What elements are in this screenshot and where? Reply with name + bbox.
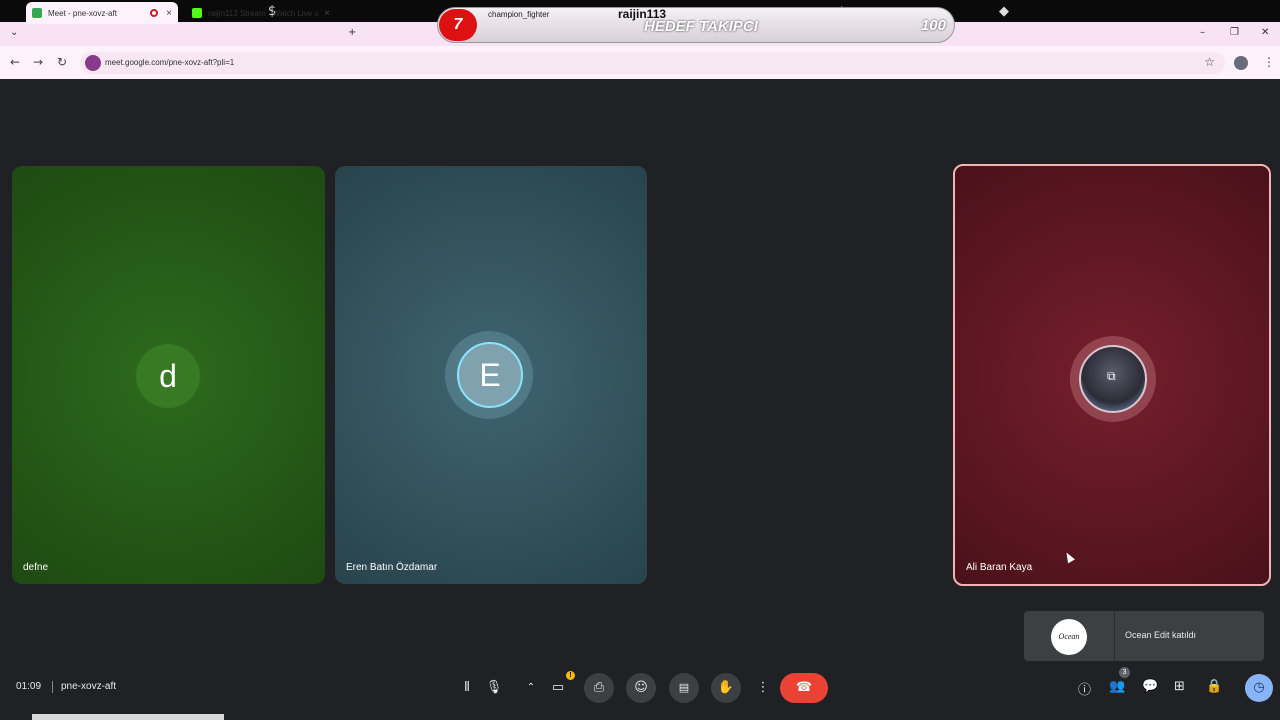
activities-icon[interactable]: ⊞: [1174, 679, 1185, 694]
forward-icon[interactable]: →: [33, 55, 43, 69]
diamond-icon: ◆: [999, 4, 1009, 19]
tab-stream[interactable]: raijin113 Stream - Watch Live o ×: [186, 2, 336, 24]
warning-icon: !: [566, 671, 575, 680]
participant-tile-active[interactable]: ⧉ Ali Baran Kaya: [953, 164, 1271, 586]
present-icon[interactable]: ⎙: [584, 673, 614, 703]
goal-label: HEDEF TAKIPCI: [644, 18, 758, 35]
streamer-name: champion_fighter: [488, 10, 550, 19]
kick-icon: [192, 8, 202, 18]
tab-label: Meet - pne-xovz-aft: [48, 8, 117, 18]
bookmark-star-icon[interactable]: ☆: [1204, 55, 1215, 69]
avatar: E: [457, 342, 523, 408]
site-info-icon[interactable]: [85, 55, 101, 71]
emoji-icon[interactable]: ☺: [626, 673, 656, 703]
chevron-up-icon[interactable]: ⌃: [516, 673, 546, 703]
info-icon[interactable]: ⓘ: [1078, 679, 1091, 698]
captions-icon[interactable]: ▤: [669, 673, 699, 703]
meeting-time: 01:09: [16, 681, 42, 692]
recording-icon: [150, 9, 159, 17]
participant-name: Eren Batın Özdamar: [346, 562, 438, 573]
restore-icon[interactable]: ❐: [1230, 27, 1239, 38]
tab-label: raijin113 Stream - Watch Live o: [208, 8, 319, 18]
taskbar-item[interactable]: [32, 714, 224, 720]
host-controls-icon[interactable]: 🔒: [1206, 679, 1222, 694]
tab-search-icon[interactable]: ⌄: [10, 27, 18, 38]
avatar: d: [136, 344, 200, 408]
taskbar-strip: [0, 712, 1280, 720]
tab-meet[interactable]: Meet - pne-xovz-aft ×: [26, 2, 178, 24]
close-window-icon[interactable]: ✕: [1261, 27, 1269, 38]
url-text: meet.google.com/pne-xovz-aft?pli=1: [105, 58, 235, 67]
back-icon[interactable]: ←: [10, 55, 20, 69]
divider: [52, 681, 53, 693]
participant-tile[interactable]: E Eren Batın Özdamar: [335, 166, 647, 584]
more-options-icon[interactable]: ⋮: [748, 673, 778, 703]
ocean-logo: Ocean: [1051, 619, 1087, 655]
participant-tile[interactable]: d defne: [12, 166, 325, 584]
divider: [1114, 611, 1115, 661]
timer-icon[interactable]: ◷: [1245, 674, 1273, 702]
reload-icon[interactable]: ↻: [57, 55, 67, 69]
audio-settings-icon[interactable]: ⦀: [452, 673, 482, 703]
join-notification: Ocean Ocean Edit katıldı: [1024, 611, 1264, 661]
stream-goal-overlay: 7 champion_fighter raijin113 HEDEF TAKIP…: [437, 7, 955, 43]
goal-badge: 7: [439, 9, 477, 41]
raise-hand-icon[interactable]: ✋: [711, 673, 741, 703]
minimize-icon[interactable]: –: [1200, 27, 1205, 38]
people-icon[interactable]: 👥: [1109, 679, 1125, 694]
meeting-code: pne-xovz-aft: [61, 681, 117, 692]
participant-name: Ali Baran Kaya: [966, 562, 1033, 573]
close-icon[interactable]: ×: [166, 8, 172, 19]
pin-icon[interactable]: ⧉: [1107, 369, 1116, 384]
chat-icon[interactable]: 💬: [1142, 679, 1158, 694]
end-call-icon[interactable]: ☎: [780, 673, 828, 703]
url-bar[interactable]: meet.google.com/pne-xovz-aft?pli=1 ☆: [80, 52, 1225, 74]
goal-count: 100: [920, 17, 946, 34]
microphone-icon[interactable]: 🎙: [479, 673, 509, 703]
meet-icon: [32, 8, 42, 18]
notification-text: Ocean Edit katıldı: [1125, 630, 1197, 640]
close-icon[interactable]: ×: [324, 8, 330, 19]
participant-count-badge: 3: [1119, 667, 1130, 678]
profile-avatar[interactable]: [1234, 56, 1248, 70]
participant-name: defne: [23, 562, 49, 573]
new-tab-button[interactable]: +: [348, 27, 356, 38]
browser-menu-icon[interactable]: ⋮: [1263, 55, 1275, 69]
